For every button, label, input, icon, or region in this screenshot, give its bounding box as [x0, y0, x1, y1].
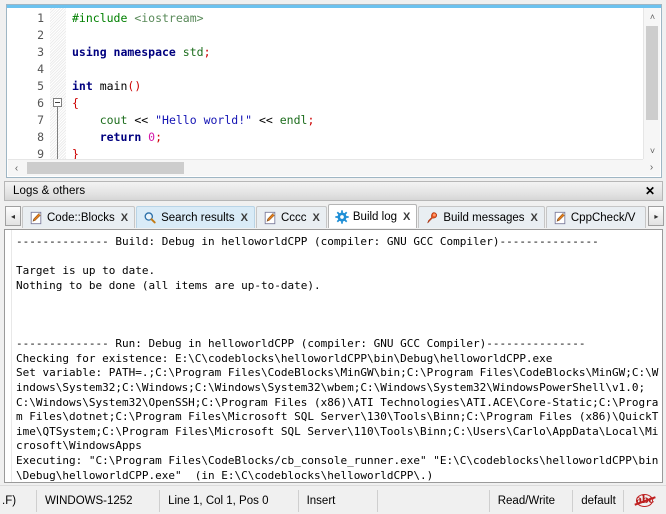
build-log-output[interactable]: -------------- Build: Debug in helloworl…	[4, 229, 663, 483]
line-number: 5	[37, 79, 44, 93]
code-token: ;	[307, 113, 315, 127]
fold-range-line	[57, 107, 58, 159]
code-text-area[interactable]: 1 2 3 4 5 6 7 8 9 #include <iostream> using name…	[8, 8, 643, 159]
code-token: endl	[279, 113, 308, 127]
tab-label: Build log	[352, 210, 397, 223]
tab-close-icon[interactable]: X	[402, 211, 411, 223]
code-line: using namespace std;	[72, 44, 643, 61]
code-line: {	[72, 95, 643, 112]
line-number: 6	[37, 96, 44, 110]
logs-and-others-panel: Logs & others ✕ ◂ Code::Blocks X Search re…	[0, 180, 666, 485]
code-line: }	[72, 146, 643, 159]
tab-label: Build messages	[443, 211, 525, 224]
code-line: #include <iostream>	[72, 10, 643, 27]
magnifier-icon	[143, 211, 157, 225]
line-number: 1	[37, 11, 44, 25]
tab-close-icon[interactable]: X	[312, 212, 321, 224]
status-insert-mode: Insert	[299, 489, 379, 512]
pushpin-icon	[425, 211, 439, 225]
source-code-text[interactable]: #include <iostream> using namespace std;…	[66, 8, 643, 159]
fold-collapse-icon[interactable]	[53, 98, 62, 107]
status-eol-mode: .F)	[0, 489, 38, 512]
line-number: 3	[37, 45, 44, 59]
code-token: cout	[99, 113, 128, 127]
line-number: 7	[37, 113, 44, 127]
logs-panel-title: Logs & others	[13, 185, 86, 197]
tab-label: CppCheck/V	[570, 211, 636, 224]
tab-scroll-right-button[interactable]: ▸	[648, 206, 664, 226]
line-number: 8	[37, 130, 44, 144]
tab-label: Search results	[161, 211, 235, 224]
status-encoding: WINDOWS-1252	[37, 489, 161, 512]
code-token: <iostream>	[134, 11, 204, 25]
code-token: int	[72, 79, 100, 93]
tab-search-results[interactable]: Search results X	[136, 206, 255, 228]
vertical-scrollbar-thumb[interactable]	[646, 26, 658, 120]
tab-close-icon[interactable]: X	[120, 212, 129, 224]
scroll-down-arrow-icon[interactable]: ˅	[644, 142, 660, 159]
logs-tab-strip: ◂ Code::Blocks X Search results X Cccc X Build…	[4, 202, 664, 228]
editor-vertical-scrollbar[interactable]: ˄ ˅	[643, 8, 660, 159]
line-number: 9	[37, 147, 44, 159]
line-number-gutter: 1 2 3 4 5 6 7 8 9	[8, 8, 50, 159]
tab-scroll-left-button[interactable]: ◂	[5, 206, 21, 226]
horizontal-scrollbar-thumb[interactable]	[27, 162, 184, 174]
close-icon[interactable]: ✕	[641, 183, 659, 199]
code-editor-panel: 1 2 3 4 5 6 7 8 9 #include <iostream> using name…	[0, 0, 666, 180]
window-resize-grip[interactable]	[652, 501, 664, 513]
code-token: "Hello world!"	[155, 113, 253, 127]
status-caret-position: Line 1, Col 1, Pos 0	[160, 489, 299, 512]
code-token: #include	[72, 11, 135, 25]
tab-label: Cccc	[280, 211, 307, 224]
code-token: return	[99, 130, 149, 144]
code-token: <<	[252, 113, 280, 127]
notepad-pencil-icon	[29, 211, 43, 225]
scroll-right-arrow-icon[interactable]: ›	[643, 159, 660, 176]
tab-close-icon[interactable]: X	[240, 212, 249, 224]
code-token: using namespace	[72, 45, 183, 59]
code-token: std	[182, 45, 204, 59]
line-number: 4	[37, 62, 44, 76]
editor-horizontal-scrollbar[interactable]: ‹	[8, 159, 643, 176]
code-token: }	[72, 147, 79, 159]
tab-build-log[interactable]: Build log X	[327, 204, 418, 228]
codeblocks-window: 1 2 3 4 5 6 7 8 9 #include <iostream> using name…	[0, 0, 666, 514]
scroll-left-arrow-icon[interactable]: ‹	[8, 160, 25, 176]
line-number: 2	[37, 28, 44, 42]
tab-cccc[interactable]: Cccc X	[255, 206, 327, 228]
code-token: ;	[203, 45, 211, 59]
tab-code-blocks[interactable]: Code::Blocks X	[22, 206, 136, 228]
status-profile: default	[573, 489, 624, 512]
status-bar: .F) WINDOWS-1252 Line 1, Col 1, Pos 0 In…	[0, 485, 666, 514]
code-line: cout << "Hello world!" << endl;	[72, 112, 643, 129]
code-editor-frame: 1 2 3 4 5 6 7 8 9 #include <iostream> using name…	[6, 4, 662, 178]
code-folding-margin[interactable]	[50, 8, 66, 159]
code-line: int main()	[72, 78, 643, 95]
code-token: ;	[155, 130, 163, 144]
code-editor-inner: 1 2 3 4 5 6 7 8 9 #include <iostream> using name…	[8, 8, 660, 176]
scroll-up-arrow-icon[interactable]: ˄	[644, 8, 660, 25]
code-token: {	[72, 96, 79, 110]
log-left-margin	[5, 230, 12, 482]
status-blank-cell	[378, 489, 490, 512]
tab-cppcheck-v[interactable]: CppCheck/V	[545, 206, 647, 228]
build-log-text: -------------- Build: Debug in helloworl…	[16, 235, 659, 482]
code-token: main	[99, 79, 128, 93]
tab-close-icon[interactable]: X	[530, 212, 539, 224]
tab-build-messages[interactable]: Build messages X	[418, 206, 545, 228]
code-line: return 0;	[72, 129, 643, 146]
logs-panel-titlebar: Logs & others ✕	[4, 181, 663, 201]
code-token: ()	[127, 79, 142, 93]
status-read-write: Read/Write	[490, 489, 574, 512]
tab-label: Code::Blocks	[47, 211, 115, 224]
notepad-pencil-icon	[553, 211, 567, 225]
code-token: <<	[127, 113, 156, 127]
gear-icon	[335, 209, 349, 224]
notepad-pencil-icon	[263, 211, 277, 225]
